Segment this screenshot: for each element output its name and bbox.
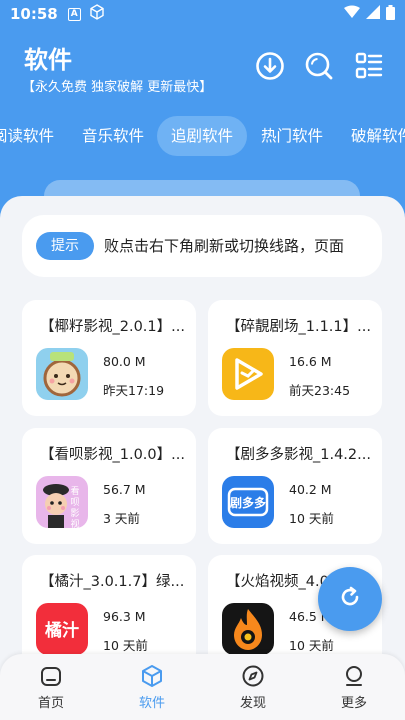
svg-text:剧多多: 剧多多 — [230, 495, 266, 510]
more-icon — [319, 664, 389, 688]
refresh-button[interactable] — [318, 567, 382, 631]
svg-text:看: 看 — [70, 485, 79, 497]
app-card-suipin[interactable]: 【碎靚剧场_1.1.1】... 16.6 M 前天23:45 — [208, 300, 382, 416]
refresh-icon — [337, 584, 363, 614]
app-title: 【椰籽影视_2.0.1】... — [40, 319, 185, 335]
nav-more-label: 更多 — [340, 696, 367, 711]
cube-notification-icon — [89, 4, 105, 24]
app-time: 3 天前 — [103, 511, 140, 526]
category-tabs: 阅读软件 音乐软件 追剧软件 热门软件 破解软件 — [0, 116, 405, 156]
app-size: 56.7 M — [103, 482, 146, 497]
tab-popular[interactable]: 热门软件 — [261, 116, 323, 156]
app-time: 前天23:45 — [289, 383, 351, 398]
status-bar: 10:58 A — [0, 0, 405, 28]
app-size: 16.6 M — [289, 354, 332, 369]
app-size: 96.3 M — [103, 609, 146, 624]
nav-more[interactable]: 更多 — [319, 664, 389, 711]
svg-text:橘汁: 橘汁 — [44, 620, 79, 641]
app-time: 10 天前 — [289, 511, 334, 526]
nav-discover-label: 发现 — [239, 696, 266, 711]
svg-text:影: 影 — [70, 508, 79, 519]
notice-text: 败点击右下角刷新或切换线路，页面 — [104, 237, 345, 255]
bottom-nav: 首页 软件 发现 更多 — [0, 654, 405, 720]
app-card-coconut[interactable]: 【椰籽影视_2.0.1】... 80.0 M 昨天17:19 — [22, 300, 196, 416]
a-notification-icon: A — [67, 7, 81, 21]
tab-reading[interactable]: 阅读软件 — [0, 116, 54, 156]
tab-music[interactable]: 音乐软件 — [82, 116, 144, 156]
home-icon — [16, 664, 86, 688]
juzhi-icon: 橘汁 — [36, 603, 88, 655]
box-icon — [117, 664, 187, 688]
wifi-icon — [344, 5, 360, 23]
app-time: 10 天前 — [103, 638, 148, 653]
coconut-icon — [36, 348, 88, 400]
search-icon[interactable] — [303, 50, 335, 82]
notice-bar: 提示 败点击右下角刷新或切换线路，页面 — [22, 215, 382, 277]
app-size: 80.0 M — [103, 354, 146, 369]
app-title: 【剧多多影视_1.4.2... — [226, 447, 371, 463]
svg-text:呗: 呗 — [70, 497, 79, 508]
compass-icon — [218, 664, 288, 688]
tab-drama[interactable]: 追剧软件 — [157, 116, 248, 156]
signal-icon — [366, 5, 380, 23]
nav-software-label: 软件 — [138, 696, 165, 711]
cartoon-face-icon: 看呗影视 — [36, 476, 88, 528]
app-title: 【碎靚剧场_1.1.1】... — [226, 319, 371, 335]
download-icon[interactable] — [254, 50, 286, 82]
nav-home[interactable]: 首页 — [16, 664, 86, 711]
app-size: 40.2 M — [289, 482, 332, 497]
play-icon — [222, 348, 274, 400]
app-title: 【橘汁_3.0.1.7】绿... — [40, 574, 185, 590]
app-card-kanbei[interactable]: 【看呗影视_1.0.0】... 看呗影视 56.7 M 3 天前 — [22, 428, 196, 544]
nav-discover[interactable]: 发现 — [218, 664, 288, 711]
list-icon[interactable] — [353, 50, 385, 82]
status-time: 10:58 — [10, 5, 58, 23]
app-time: 昨天17:19 — [103, 383, 165, 398]
flame-icon — [222, 603, 274, 655]
juduoduo-icon: 剧多多 — [222, 476, 274, 528]
tab-cracked[interactable]: 破解软件 — [351, 116, 405, 156]
page-subtitle: 【永久免费 独家破解 更新最快】 — [22, 80, 213, 95]
nav-home-label: 首页 — [37, 696, 64, 711]
app-title: 【看呗影视_1.0.0】... — [40, 447, 185, 463]
battery-icon — [386, 4, 395, 24]
nav-software[interactable]: 软件 — [117, 664, 187, 711]
app-time: 10 天前 — [289, 638, 334, 653]
svg-text:视: 视 — [70, 518, 79, 528]
page-title: 软件 — [24, 46, 72, 74]
notice-button[interactable]: 提示 — [36, 232, 94, 260]
app-card-juduoduo[interactable]: 【剧多多影视_1.4.2... 剧多多 40.2 M 10 天前 — [208, 428, 382, 544]
